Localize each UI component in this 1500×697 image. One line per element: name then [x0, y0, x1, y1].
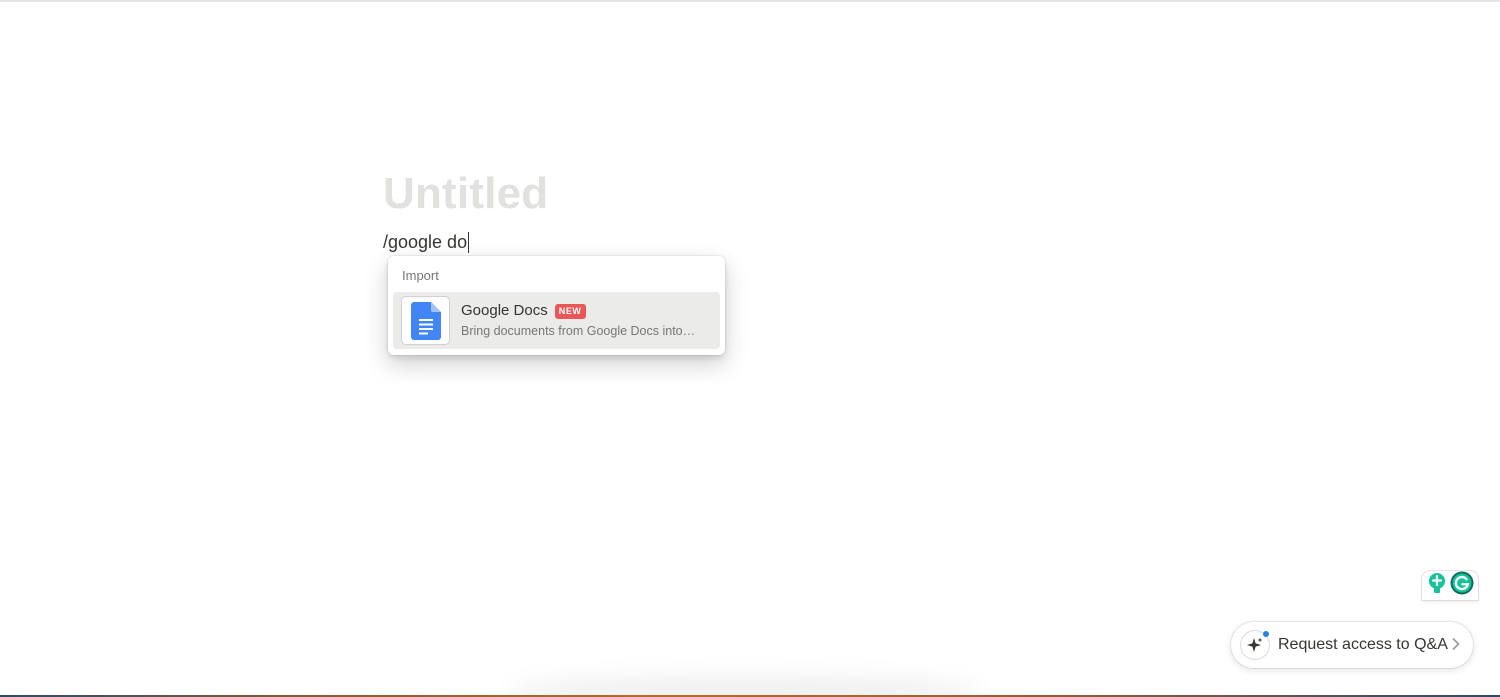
slash-command-menu: Import Google Docs NEW Bring documents f…: [388, 256, 725, 355]
editor-block[interactable]: /google do: [383, 230, 470, 254]
qa-button-label: Request access to Q&A: [1278, 636, 1448, 653]
menu-item-google-docs[interactable]: Google Docs NEW Bring documents from Goo…: [393, 292, 720, 349]
notion-page: Untitled /google do Import Google Docs N…: [0, 0, 1500, 697]
new-badge: NEW: [554, 303, 586, 319]
request-qa-access-button[interactable]: Request access to Q&A: [1231, 622, 1473, 668]
editor-text: /google do: [383, 232, 468, 252]
google-docs-icon: [402, 297, 449, 344]
top-border: [0, 0, 1500, 2]
chevron-right-icon: [1451, 637, 1461, 656]
text-caret: [468, 231, 470, 253]
menu-item-title: Google Docs: [461, 302, 548, 319]
menu-item-title-row: Google Docs NEW: [461, 301, 586, 321]
notification-dot: [1263, 631, 1269, 637]
page-title-placeholder[interactable]: Untitled: [383, 166, 548, 222]
menu-item-description: Bring documents from Google Docs into…: [461, 324, 696, 338]
grammarly-widget[interactable]: [1422, 571, 1478, 600]
bottom-shadow: [510, 675, 980, 697]
grammarly-logo-icon[interactable]: [1450, 571, 1474, 600]
menu-section-label: Import: [402, 268, 439, 283]
grammarly-insight-icon[interactable]: [1427, 572, 1447, 599]
ai-sparkle-icon: [1241, 631, 1269, 659]
